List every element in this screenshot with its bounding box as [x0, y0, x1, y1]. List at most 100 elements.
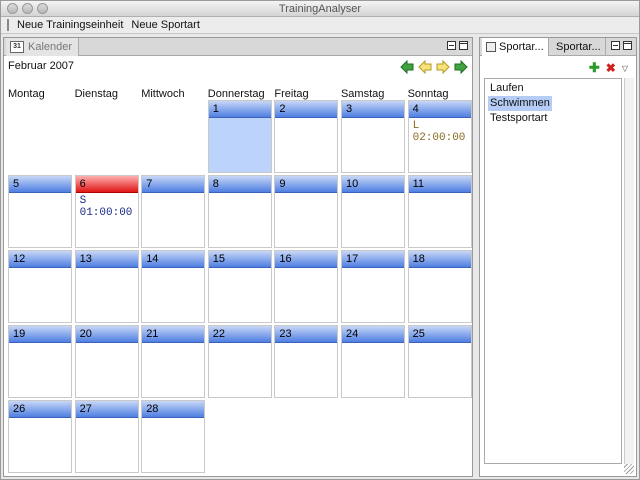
- next-month-icon[interactable]: [454, 60, 468, 74]
- day-number: 25: [408, 326, 471, 343]
- day-number: 17: [342, 251, 404, 268]
- day-number: 10: [342, 176, 404, 193]
- toolbar: Neue Trainingseinheit Neue Sportart: [1, 17, 639, 34]
- app-window: TrainingAnalyser Neue Trainingseinheit N…: [0, 0, 640, 480]
- calendar-day[interactable]: 2: [274, 100, 339, 173]
- sport-list-scrollbar[interactable]: [624, 78, 634, 464]
- maximize-panel-icon[interactable]: [623, 41, 632, 50]
- day-number: 5: [9, 176, 71, 193]
- day-number: 13: [75, 251, 138, 268]
- day-number: 18: [408, 251, 471, 268]
- calendar-day[interactable]: 17: [341, 250, 405, 323]
- day-number: 9: [275, 176, 338, 193]
- new-training-button[interactable]: Neue Trainingseinheit: [15, 19, 125, 31]
- training-entry[interactable]: S 01:00:00: [76, 195, 138, 219]
- tab-sportarten[interactable]: Sportar...: [482, 38, 549, 56]
- calendar-day[interactable]: 20: [74, 325, 139, 398]
- previous-week-icon[interactable]: [418, 60, 432, 74]
- calendar-day[interactable]: 1: [207, 100, 272, 173]
- minimize-view-icon[interactable]: [447, 41, 456, 50]
- tab-sportarten-2[interactable]: Sportar...: [552, 38, 606, 56]
- minimize-window-button[interactable]: [22, 3, 33, 14]
- calendar-day[interactable]: 18: [407, 250, 472, 323]
- calendar-day[interactable]: 9: [274, 175, 339, 248]
- calendar-day[interactable]: 4 L 02:00:00: [407, 100, 472, 173]
- day-number: 12: [9, 251, 71, 268]
- calendar-day[interactable]: 26: [8, 400, 72, 473]
- tab-label: Kalender: [28, 41, 73, 53]
- day-number: 7: [142, 176, 205, 193]
- calendar-day[interactable]: 28: [141, 400, 206, 473]
- calendar-day[interactable]: 19: [8, 325, 72, 398]
- day-number: 20: [75, 326, 138, 343]
- minimize-panel-icon[interactable]: [611, 41, 620, 50]
- new-sport-button[interactable]: Neue Sportart: [129, 19, 201, 31]
- calendar-day[interactable]: 6 S 01:00:00: [74, 175, 139, 248]
- calendar-day[interactable]: 11: [407, 175, 472, 248]
- panel-controls: [611, 41, 632, 50]
- view-controls: [447, 41, 468, 50]
- sport-name: Schwimmen: [488, 96, 552, 111]
- sport-name: Laufen: [490, 82, 524, 94]
- day-number: 2: [275, 101, 338, 118]
- add-sport-icon[interactable]: ✚: [589, 60, 600, 76]
- day-number: 23: [275, 326, 338, 343]
- calendar-tab-bar: 31 Kalender: [4, 38, 472, 56]
- calendar-view: 31 Kalender Februar 2007 Montag Dienstag M…: [3, 37, 473, 477]
- calendar-day[interactable]: 13: [74, 250, 139, 323]
- tab-kalender[interactable]: 31 Kalender: [6, 38, 80, 56]
- day-number: 26: [9, 401, 71, 418]
- day-number: 8: [208, 176, 271, 193]
- close-window-button[interactable]: [7, 3, 18, 14]
- list-item[interactable]: Testsportart: [488, 111, 618, 126]
- sport-list[interactable]: Laufen Schwimmen Testsportart: [484, 78, 622, 464]
- calendar-day[interactable]: 5: [8, 175, 72, 248]
- calendar-day[interactable]: 23: [274, 325, 339, 398]
- previous-month-icon[interactable]: [400, 60, 414, 74]
- day-number: 24: [342, 326, 404, 343]
- weekday-label: Montag: [8, 88, 45, 100]
- list-item[interactable]: Schwimmen: [488, 96, 618, 111]
- title-bar[interactable]: TrainingAnalyser: [1, 1, 639, 17]
- calendar-day[interactable]: 24: [341, 325, 405, 398]
- calendar-day[interactable]: 10: [341, 175, 405, 248]
- calendar-day[interactable]: 12: [8, 250, 72, 323]
- sport-panel: Sportar... Sportar... ✚ ✖ ▽ Laufen Schwim…: [479, 37, 637, 477]
- sport-toolbar: ✚ ✖ ▽: [589, 60, 628, 76]
- month-label: Februar 2007: [8, 60, 75, 72]
- day-number: 3: [342, 101, 404, 118]
- delete-sport-icon[interactable]: ✖: [606, 61, 616, 75]
- resize-grip-icon[interactable]: [624, 464, 634, 474]
- tab-label: Sportar...: [499, 41, 544, 53]
- day-number: 27: [75, 401, 138, 418]
- weekday-label: Mittwoch: [141, 88, 185, 100]
- next-week-icon[interactable]: [436, 60, 450, 74]
- day-number: 11: [408, 176, 471, 193]
- maximize-view-icon[interactable]: [459, 41, 468, 50]
- calendar-day[interactable]: 7: [141, 175, 206, 248]
- toolbar-grip: [7, 19, 9, 31]
- zoom-window-button[interactable]: [37, 3, 48, 14]
- sport-tab-icon: [486, 42, 496, 52]
- calendar-day[interactable]: 16: [274, 250, 339, 323]
- tab-label: Sportar...: [556, 41, 601, 53]
- sport-name: Testsportart: [490, 112, 548, 124]
- calendar-day[interactable]: 15: [207, 250, 272, 323]
- training-entry[interactable]: L 02:00:00: [409, 120, 471, 144]
- calendar-day[interactable]: 21: [141, 325, 206, 398]
- day-number: 21: [142, 326, 205, 343]
- calendar-day[interactable]: 14: [141, 250, 206, 323]
- calendar-day[interactable]: 22: [207, 325, 272, 398]
- month-navigation: [400, 60, 468, 74]
- window-title: TrainingAnalyser: [278, 3, 362, 15]
- calendar-day[interactable]: 25: [407, 325, 472, 398]
- calendar-icon: 31: [10, 41, 24, 53]
- day-number: 19: [9, 326, 71, 343]
- weekday-label: Dienstag: [74, 88, 119, 100]
- calendar-day[interactable]: 27: [74, 400, 139, 473]
- view-menu-icon[interactable]: ▽: [622, 64, 628, 73]
- list-item[interactable]: Laufen: [488, 81, 618, 96]
- calendar-day[interactable]: 8: [207, 175, 272, 248]
- day-number: 1: [208, 101, 271, 118]
- calendar-day[interactable]: 3: [341, 100, 405, 173]
